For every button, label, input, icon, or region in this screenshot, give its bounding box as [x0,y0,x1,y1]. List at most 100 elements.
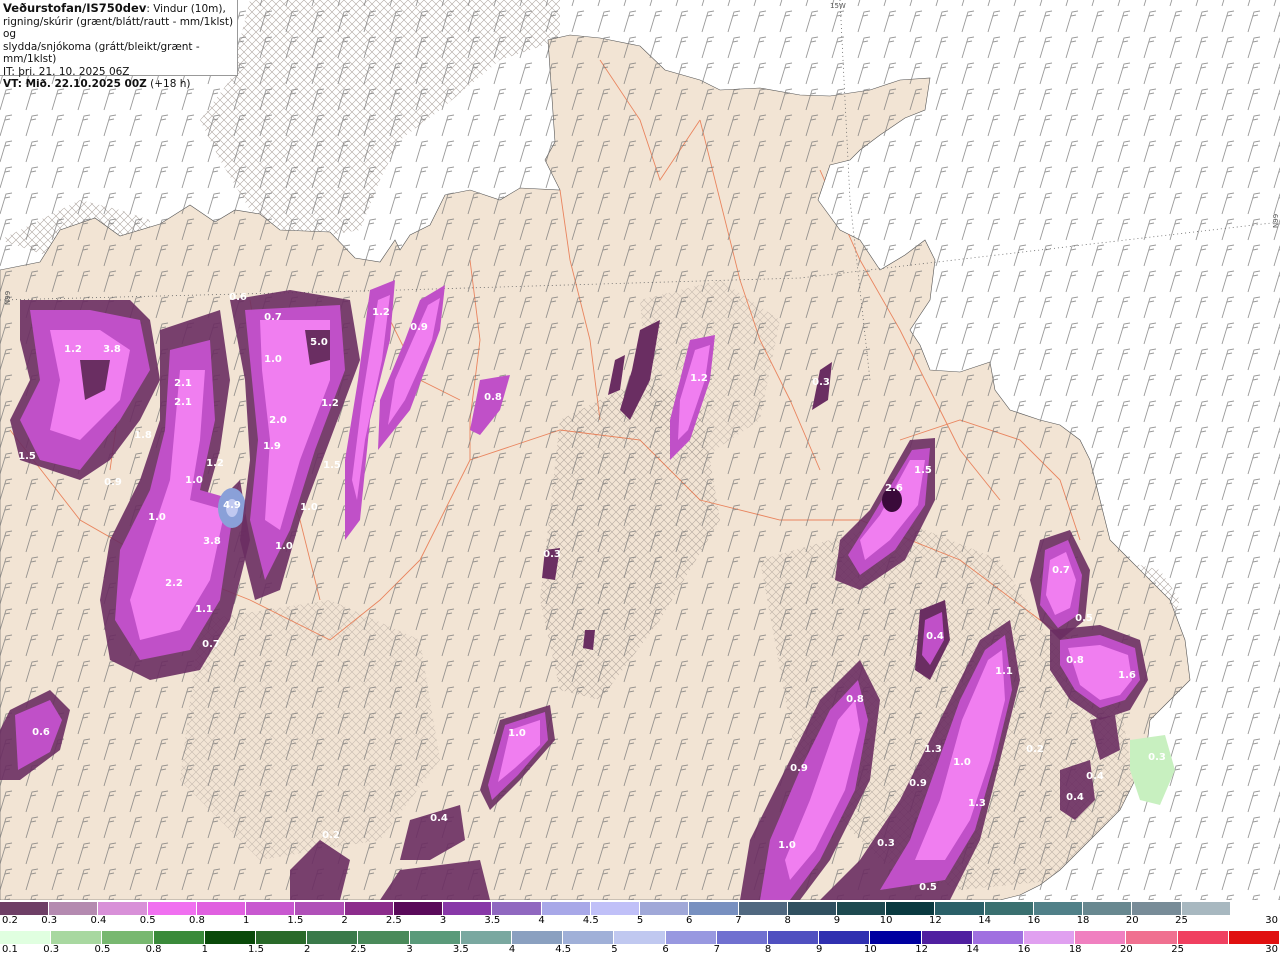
legend-tick-label: 18 [1076,915,1090,926]
legend-tick-label: 0.3 [41,915,58,926]
legend-tick-label: 12 [915,944,928,955]
legend-tick-label: 8 [784,915,791,926]
legend-tick-label: 3.5 [484,915,501,926]
precip-value-label: 0.7 [264,312,282,323]
precip-value-label: 0.7 [1052,565,1070,576]
legend-tick-label: 1.5 [248,944,264,955]
legend-swatch [870,931,922,944]
grid-label-top: 15W [830,2,846,10]
legend-snow: 0.2 0.3 0.4 0.5 0.8 1 1.5 2 2.5 3 3.5 4 4.5 5 6 7 8 9 10 12… [0,900,1280,929]
legend-tick-label: 9 [833,915,841,926]
precip-value-label: 1.2 [206,458,224,469]
legend-tick-label: 2.5 [385,915,402,926]
snow-description: slydda/snjókoma (grátt/bleikt/grænt - mm… [3,40,200,66]
legend-swatch [512,931,564,944]
precip-value-label: 2.2 [165,578,183,589]
precip-value-label: 0.6 [32,727,50,738]
precip-value-label: 0.3 [877,838,895,849]
precip-value-label: 0.7 [202,639,220,650]
precip-value-label: 0.8 [846,694,864,705]
precip-value-label: 1.9 [263,441,281,452]
precip-value-label: 3.8 [203,536,221,547]
legend-tick-label: 0.5 [94,944,111,955]
precip-value-label: 3.8 [103,344,121,355]
precip-value-label: 0.9 [790,763,808,774]
legend-swatch [1228,931,1280,944]
legend-swatch [787,902,837,915]
legend-tick-label: 0.4 [90,915,107,926]
legend-tick-label: 4.5 [582,915,599,926]
legend-swatch [819,931,871,944]
precip-value-label: 2.1 [174,397,192,408]
precip-value-label: 0.5 [919,882,937,893]
legend-tick-label: 12 [929,915,942,926]
rain-description: rigning/skúrir (grænt/blátt/rautt - mm/1… [3,15,234,41]
legend-tick-label: 9 [816,944,823,955]
legend-swatch [836,902,887,915]
legend-tick-label: 2.5 [350,944,367,955]
precip-value-label: 1.2 [372,307,390,318]
precip-value-label: 1.1 [995,666,1013,677]
legend-swatch [51,931,103,944]
legend-swatch [614,931,666,944]
legend-tick-label: 14 [978,915,991,926]
legend-swatch [1083,902,1133,915]
precip-value-label: 0.8 [1066,655,1084,666]
precip-value-label: 0.3 [812,377,830,388]
legend-swatch [541,902,591,915]
legend-swatch [344,902,394,915]
legend-snow-swatches [0,902,1280,915]
legend-swatch [1024,931,1076,944]
precip-value-label: 0.4 [1086,771,1104,782]
precip-value-label: 0.4 [430,813,448,824]
legend-swatch [640,902,690,915]
precip-value-label: 1.3 [968,798,986,809]
legend-swatch [492,902,542,915]
legend-tick-label: 0.1 [2,944,18,955]
precip-value-label: 0.2 [322,830,340,841]
precip-value-label: 1.2 [321,398,339,409]
legend-swatch [1075,931,1127,944]
legend-snow-ticks: 0.2 0.3 0.4 0.5 0.8 1 1.5 2 2.5 3 3.5 4 4.5 5 6 7 8 9 10 12… [0,915,1280,928]
precip-value-label: 0.4 [926,631,944,642]
map-info-box: Veðurstofan/IS750dev: Vindur (10m), rign… [0,0,238,90]
precip-value-label: 1.0 [148,512,166,523]
legend-swatch [935,902,985,915]
legend-swatch [716,931,769,944]
legend-rain-swatches [0,931,1280,944]
legend-tick-label: 6 [686,915,693,926]
legend-tick-label: 18 [1068,944,1082,955]
legend-swatch [984,902,1034,915]
precip-value-label: 2.1 [174,378,192,389]
legend-swatch [1230,902,1280,915]
legend-tick-label: 6 [662,944,669,955]
legend-tick-label: 25 [1171,944,1184,955]
precip-value-label: 4.9 [223,500,241,511]
precip-value-label: 1.8 [134,430,152,441]
legend-tick-label: 0.2 [2,915,18,926]
legend-tick-label: 2 [304,944,311,955]
lead-time: (+18 h) [150,78,191,90]
legend-swatch [0,931,52,944]
legend-tick-label: 4 [508,944,516,955]
weather-map: 15W N99 N99 1.2 3.82.12.11.81.50.91.21.0… [0,0,1280,900]
precip-value-label: 2.0 [269,415,287,426]
legend-swatch [972,931,1025,944]
precip-value-label: 1.0 [508,728,526,739]
precip-value-label: 0.5 [1075,613,1093,624]
model-description-line1: Veðurstofan/IS750dev: Vindur (10m), [3,2,234,16]
legend-tick-label: 20 [1120,944,1133,955]
precip-value-label: 1.2 [64,344,82,355]
precip-value-label: 0.2 [1026,744,1044,755]
valid-time: VT: Mið. 22.10.2025 00Z [3,78,147,90]
legend-rain-ticks: 0.1 0.3 0.5 0.8 1 1.5 2 2.5 3 3.5 4 4.5 5 6 7 8 9 10 12 14 1… [0,944,1280,957]
legend-tick-label: 16 [1017,944,1031,955]
legend-swatch [1132,902,1182,915]
precip-value-label: 1.0 [264,354,282,365]
legend-tick-label: 30 [1265,915,1278,926]
initial-time: IT: þri. 21. 10. 2025 06Z [3,65,130,78]
legend-swatch [0,902,50,915]
legend-tick-label: 1.5 [287,915,304,926]
legend-tick-label: 7 [735,915,742,926]
legend-swatch [886,902,936,915]
